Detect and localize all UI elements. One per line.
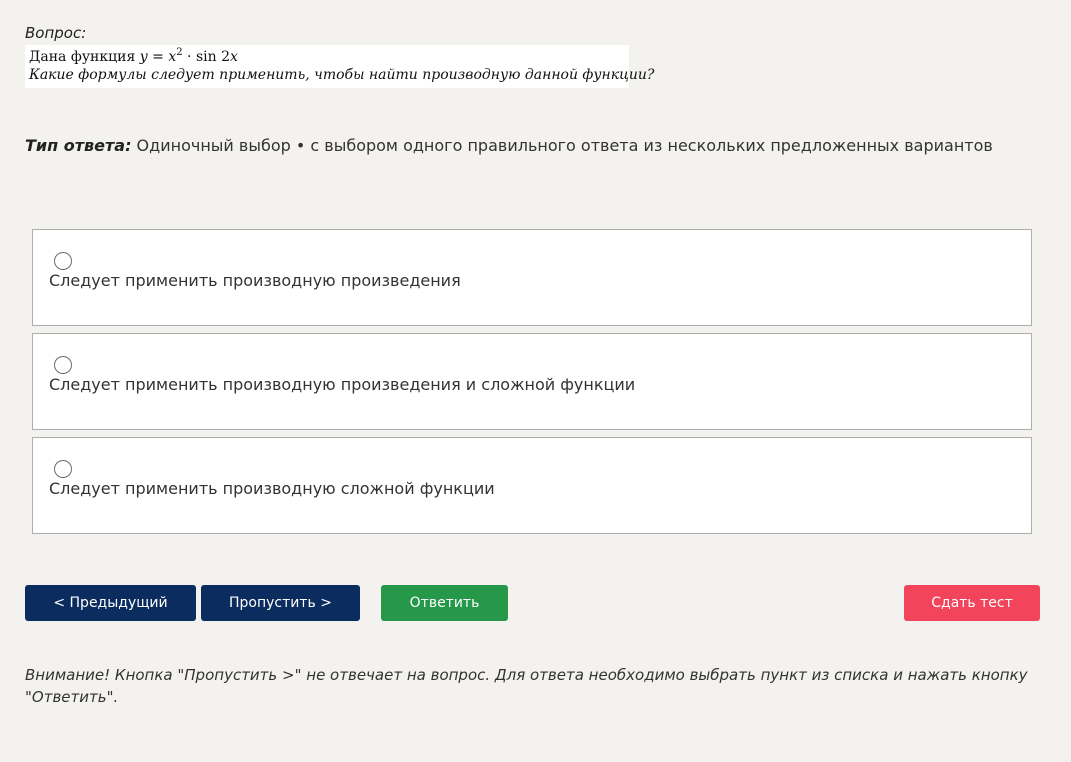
answer-option-2[interactable]: Следует применить производную произведен…: [32, 333, 1032, 430]
function-formula: y = x2 · sin 2x: [139, 48, 238, 66]
previous-button[interactable]: < Предыдущий: [25, 585, 196, 621]
skip-button[interactable]: Пропустить >: [201, 585, 360, 621]
answer-type: Тип ответа: Одиночный выбор • с выбором …: [25, 136, 993, 155]
formula-eq: =: [147, 49, 169, 65]
test-question-page: Вопрос: Дана функция y = x2 · sin 2x Как…: [0, 0, 1071, 762]
question-line-function: Дана функция y = x2 · sin 2x: [29, 48, 625, 66]
question-text-box: Дана функция y = x2 · sin 2x Какие форму…: [25, 45, 655, 88]
answer-option-1[interactable]: Следует применить производную произведен…: [32, 229, 1032, 326]
question-label: Вопрос:: [25, 24, 87, 42]
radio-button[interactable]: [54, 460, 72, 478]
answer-option-label: Следует применить производную сложной фу…: [49, 479, 495, 498]
question-prefix: Дана функция: [29, 49, 140, 65]
answer-type-value: Одиночный выбор • с выбором одного прави…: [131, 136, 993, 155]
formula-sin: · sin 2: [182, 49, 230, 65]
formula-x2: x: [229, 49, 238, 65]
skip-warning-text: Внимание! Кнопка "Пропустить >" не отвеч…: [25, 666, 1028, 706]
answer-type-label: Тип ответа:: [25, 136, 132, 155]
radio-button[interactable]: [54, 252, 72, 270]
answer-option-3[interactable]: Следует применить производную сложной фу…: [32, 437, 1032, 534]
answer-option-label: Следует применить производную произведен…: [49, 271, 461, 290]
radio-button[interactable]: [54, 356, 72, 374]
answer-option-label: Следует применить производную произведен…: [49, 375, 636, 394]
answer-button[interactable]: Ответить: [381, 585, 508, 621]
formula-y: y: [139, 49, 148, 65]
question-line-prompt: Какие формулы следует применить, чтобы н…: [29, 67, 655, 83]
submit-test-button[interactable]: Сдать тест: [904, 585, 1040, 621]
